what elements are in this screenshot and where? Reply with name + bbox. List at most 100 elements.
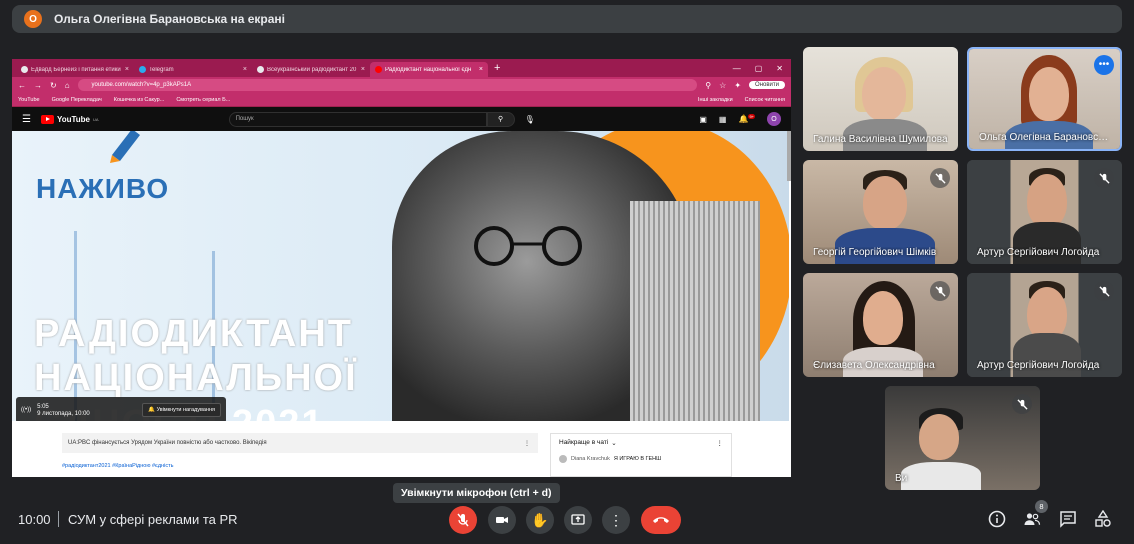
activities-button[interactable] [1092, 508, 1114, 530]
reload-icon[interactable]: ↻ [50, 81, 57, 90]
bookmark-folder[interactable]: Інші закладки [698, 97, 733, 103]
premiere-time: 5:05 [37, 403, 49, 410]
more-options-button[interactable]: ⋮ [602, 506, 630, 534]
chat-header[interactable]: Найкраще в чаті [559, 439, 608, 447]
presenter-avatar: О [24, 10, 42, 28]
participant-tile[interactable]: Галина Василівна Шумилова [803, 47, 958, 151]
raise-hand-button[interactable]: ✋ [526, 506, 554, 534]
back-icon[interactable]: ← [18, 81, 26, 90]
live-label: НАЖИВО [36, 173, 170, 204]
browser-tab[interactable]: Всеукраїнський радіодиктант 20 × [252, 62, 370, 77]
remind-button[interactable]: 🔔 Увімкнути нагадування [142, 403, 221, 417]
participant-tile-pinned[interactable]: ••• Ольга Олегівна Барановська [967, 47, 1122, 151]
more-vert-icon: ⋮ [609, 512, 623, 528]
apps-icon[interactable]: ▦ [719, 115, 727, 124]
voice-search-icon[interactable]: 🎙 [525, 115, 535, 124]
browser-tab-bar: Едвард Бернейз і питання етики × Telegram… [12, 59, 791, 77]
participant-name: Єлизавета Олександрівна [813, 360, 935, 371]
youtube-search-button[interactable]: ⚲ [486, 111, 515, 127]
participant-name: Ольга Олегівна Барановська [979, 132, 1110, 143]
headline-line-1: РАДІОДИКТАНТ [34, 313, 353, 355]
presenting-banner: О Ольга Олегівна Барановська на екрані [12, 5, 1122, 33]
mic-tooltip: Увімкнути мікрофон (ctrl + d) [393, 483, 560, 503]
mic-off-icon [457, 513, 469, 527]
building-graphic [630, 201, 760, 421]
address-bar-row: ← → ↻ ⌂ youtube.com/watch?v=4p_p3kAPs1A … [12, 77, 791, 93]
browser-tab-active[interactable]: Радіодиктант національної єдн × [370, 62, 488, 77]
bookmark-item[interactable]: YouTube [18, 97, 40, 103]
shared-screen[interactable]: Едвард Бернейз і питання етики × Telegram… [12, 59, 791, 477]
reading-list[interactable]: Список читання [745, 97, 785, 103]
star-icon[interactable]: ☆ [719, 81, 726, 90]
home-icon[interactable]: ⌂ [65, 81, 70, 90]
youtube-avatar[interactable]: О [767, 112, 781, 126]
tab-close-icon[interactable]: × [243, 66, 247, 73]
youtube-favicon-icon [375, 66, 382, 73]
browser-tab[interactable]: Telegram × [134, 62, 252, 77]
camera-toggle-button[interactable] [488, 506, 516, 534]
present-button[interactable] [564, 506, 592, 534]
video-details: UA:PBC фінансується Урядом України повні… [12, 421, 789, 477]
close-window-icon[interactable]: ✕ [776, 64, 783, 73]
more-options-icon[interactable]: ⋮ [524, 440, 530, 447]
chat-avatar [559, 455, 567, 463]
notifications-icon[interactable]: 🔔9+ [738, 114, 755, 124]
more-options-icon[interactable]: ••• [1094, 55, 1114, 75]
forward-icon[interactable]: → [34, 81, 42, 90]
mic-off-icon [1012, 394, 1032, 414]
tab-close-icon[interactable]: × [125, 66, 129, 73]
participant-tile[interactable]: Єлизавета Олександрівна [803, 273, 958, 377]
tab-favicon-icon [21, 66, 28, 73]
divider [58, 511, 59, 527]
camera-icon [496, 517, 508, 523]
browser-tab[interactable]: Едвард Бернейз і питання етики × [16, 62, 134, 77]
pencil-logo-icon [110, 131, 140, 163]
minimize-icon[interactable]: — [733, 64, 741, 73]
meeting-details-button[interactable] [986, 508, 1008, 530]
info-icon [988, 510, 1006, 528]
bookmark-item[interactable]: Google Перекладач [52, 97, 102, 103]
participant-name: Артур Сергійович Логойда [977, 247, 1100, 258]
premiere-date: 9 листопада, 10:00 [37, 410, 90, 417]
update-button[interactable]: Оновити [749, 81, 785, 89]
chevron-down-icon[interactable]: ⌄ [611, 439, 616, 447]
participant-tile[interactable]: Артур Сергійович Логойда [967, 160, 1122, 264]
mic-off-icon [930, 281, 950, 301]
chat-more-icon[interactable]: ⋮ [717, 439, 724, 447]
headline-line-2: НАЦІОНАЛЬНОЇ [34, 357, 358, 399]
chat-message: Diana Kravchuk Я ИГРАЮ В ГЕНШ [551, 452, 731, 466]
search-icon[interactable]: ⚲ [705, 81, 711, 90]
premiere-info-box: ((•)) 5:05 9 листопада, 10:00 🔔 Увімкнут… [16, 397, 226, 421]
participant-name: Галина Василівна Шумилова [813, 134, 948, 145]
new-tab-icon[interactable]: + [494, 62, 500, 74]
url-field[interactable]: youtube.com/watch?v=4p_p3kAPs1A [77, 79, 698, 91]
live-broadcast-icon: ((•)) [21, 407, 32, 413]
menu-icon[interactable]: ☰ [22, 114, 31, 125]
live-chat: Найкраще в чаті ⌄ ⋮ Diana Kravchuk Я ИГРАЮ … [550, 433, 732, 477]
activities-icon [1095, 510, 1111, 527]
tab-close-icon[interactable]: × [479, 66, 483, 73]
tab-close-icon[interactable]: × [361, 66, 365, 73]
hand-icon: ✋ [531, 511, 549, 528]
youtube-logo[interactable]: YouTube UA [40, 114, 99, 124]
youtube-header: ☰ YouTube UA Пошук ⚲ 🎙 ▣ ▦ 🔔9+ О [12, 107, 791, 131]
scrollbar[interactable] [787, 131, 791, 181]
participants-count-badge: 8 [1035, 500, 1048, 513]
leave-call-button[interactable] [641, 506, 681, 534]
people-icon [1024, 513, 1041, 525]
maximize-icon[interactable]: ▢ [755, 64, 763, 73]
create-icon[interactable]: ▣ [699, 115, 707, 124]
participant-tile[interactable]: Георгій Георгійович Шімків [803, 160, 958, 264]
extensions-icon[interactable]: ✦ [734, 81, 741, 90]
mic-off-icon [1094, 168, 1114, 188]
hashtags[interactable]: #радіодиктант2021 #КраїнаРідною #єдність [62, 463, 173, 469]
chat-button[interactable] [1057, 508, 1079, 530]
video-player[interactable]: НАЖИВО РАДІОДИКТАНТ НАЦІОНАЛЬНОЇ ЄДНОСТІ… [12, 131, 789, 421]
mic-toggle-button[interactable] [449, 506, 477, 534]
self-view-tile[interactable]: Ви [885, 386, 1040, 490]
youtube-play-icon [40, 114, 54, 124]
youtube-search-input[interactable]: Пошук [228, 111, 487, 127]
bookmark-item[interactable]: Кошечка из Сакур... [114, 97, 165, 103]
participant-tile[interactable]: Артур Сергійович Логойда [967, 273, 1122, 377]
bookmark-item[interactable]: Смотреть сериал Б... [176, 97, 230, 103]
